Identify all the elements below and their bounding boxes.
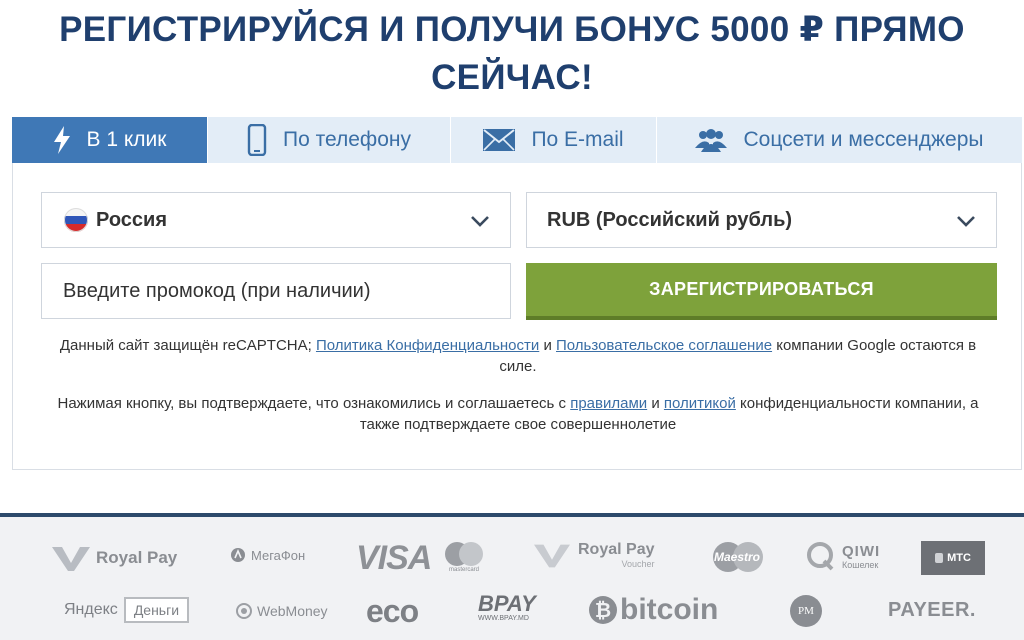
maestro-logo: Maestro [710, 541, 766, 573]
consent-text: Нажимая кнопку, вы подтверждаете, что оз… [57, 395, 567, 412]
currency-select[interactable]: RUB (Российский рубль) [526, 192, 997, 248]
country-value: Россия [96, 208, 168, 231]
visa-text: VISA [356, 539, 432, 577]
chevron-down-icon [956, 211, 976, 234]
currency-value: RUB (Российский рубль) [547, 208, 793, 231]
royal-pay-voucher-logo: Royal Pay Voucher [534, 541, 654, 569]
svg-text:₿: ₿ [595, 600, 611, 622]
bpay-text: BPAY [478, 591, 536, 616]
privacy-policy-link[interactable]: Политика Конфиденциальности [316, 337, 539, 354]
bitcoin-logo: ₿ bitcoin [588, 593, 718, 627]
royal-pay-voucher-title: Royal Pay [578, 541, 655, 558]
royal-pay-logo: Royal Pay [52, 545, 177, 571]
mts-egg-icon [935, 553, 944, 563]
rules-link[interactable]: правилами [570, 395, 647, 412]
yandex-money-logo: Яндекс Деньги [64, 597, 190, 623]
dengi-text: Деньги [123, 597, 190, 623]
registration-form: Россия RUB (Российский рубль) ЗАРЕГИСТРИ… [12, 163, 1022, 470]
eco-text: eco [366, 593, 419, 629]
qiwi-title: QIWI [842, 542, 881, 560]
qiwi-logo: QIWI Кошелек [806, 541, 880, 571]
qiwi-icon [807, 542, 834, 571]
pm-text: PM [798, 605, 814, 617]
consent-note: Нажимая кнопку, вы подтверждаете, что оз… [53, 393, 983, 435]
royal-pay-voucher-text: Royal Pay Voucher [578, 541, 654, 569]
payeer-text: PAYEER. [888, 599, 976, 621]
russia-flag-icon [64, 208, 88, 232]
tab-label: Соцсети и мессенджеры [743, 128, 984, 151]
megafon-icon [231, 548, 245, 562]
bitcoin-text: bitcoin [620, 593, 719, 626]
royal-pay-crown-icon [534, 544, 570, 568]
register-button[interactable]: ЗАРЕГИСТРИРОВАТЬСЯ [526, 263, 997, 320]
recaptcha-note: Данный сайт защищён reCAPTCHA; Политика … [53, 335, 983, 377]
phone-icon [247, 124, 267, 156]
conjunction-text: и [651, 395, 660, 412]
tab-label: По E-mail [531, 128, 624, 151]
webmoney-logo: WebMoney [236, 603, 328, 619]
promo-code-input[interactable] [42, 264, 510, 318]
mts-text: МТС [947, 552, 971, 564]
perfect-money-logo: PM [790, 595, 822, 627]
webmoney-text: WebMoney [257, 603, 328, 619]
title-line-2: СЕЙЧАС! [431, 58, 593, 97]
bpay-url-text: WWW.BPAY.MD [478, 615, 529, 622]
bpay-logo: BPAY WWW.BPAY.MD [478, 591, 536, 623]
tab-email[interactable]: По E-mail [451, 117, 657, 163]
users-icon [695, 128, 728, 152]
recaptcha-text: Данный сайт защищён reCAPTCHA; [59, 337, 312, 354]
user-agreement-link[interactable]: Пользовательское соглашение [556, 337, 772, 354]
payeer-logo: PAYEER. [888, 599, 976, 622]
maestro-text: Maestro [714, 550, 761, 564]
page-title: РЕГИСТРИРУЙСЯ И ПОЛУЧИ БОНУС 5000 ₽ ПРЯМ… [0, 6, 1024, 102]
tab-label: В 1 клик [86, 128, 167, 151]
conjunction-text: и [543, 337, 552, 354]
lightning-icon [53, 126, 71, 154]
promo-code-field [41, 263, 511, 319]
envelope-icon [483, 129, 516, 151]
registration-tabs: В 1 клик По телефону По E-mail Соцсети и… [12, 117, 1022, 163]
privacy-link[interactable]: политикой [664, 395, 736, 412]
eco-logo: eco [366, 593, 419, 630]
tab-social[interactable]: Соцсети и мессенджеры [657, 117, 1022, 163]
megafon-text: МегаФон [251, 547, 306, 563]
country-select[interactable]: Россия [41, 192, 511, 248]
mastercard-text: mastercard [448, 567, 479, 573]
megafon-logo: МегаФон [230, 547, 305, 563]
mastercard-icon [445, 542, 483, 566]
tab-phone[interactable]: По телефону [208, 117, 451, 163]
qiwi-text: QIWI Кошелек [842, 543, 880, 570]
bitcoin-icon: ₿ [589, 596, 617, 624]
yandex-text: Яндекс [64, 601, 118, 618]
visa-logo: VISA [356, 539, 432, 578]
payment-methods-footer: Royal Pay МегаФон VISA mastercard Royal … [0, 517, 1024, 640]
tab-label: По телефону [283, 128, 411, 151]
qiwi-subtitle: Кошелек [842, 559, 879, 570]
tab-one-click[interactable]: В 1 клик [12, 117, 208, 163]
mts-logo: МТС [921, 541, 985, 575]
title-line-1: РЕГИСТРИРУЙСЯ И ПОЛУЧИ БОНУС 5000 ₽ ПРЯМ… [59, 10, 965, 49]
mastercard-logo: mastercard [444, 541, 484, 573]
royal-pay-crown-icon [52, 547, 90, 571]
voucher-text: Voucher [621, 559, 655, 569]
webmoney-icon [236, 603, 252, 619]
chevron-down-icon [470, 211, 490, 234]
royal-pay-text: Royal Pay [96, 548, 178, 567]
